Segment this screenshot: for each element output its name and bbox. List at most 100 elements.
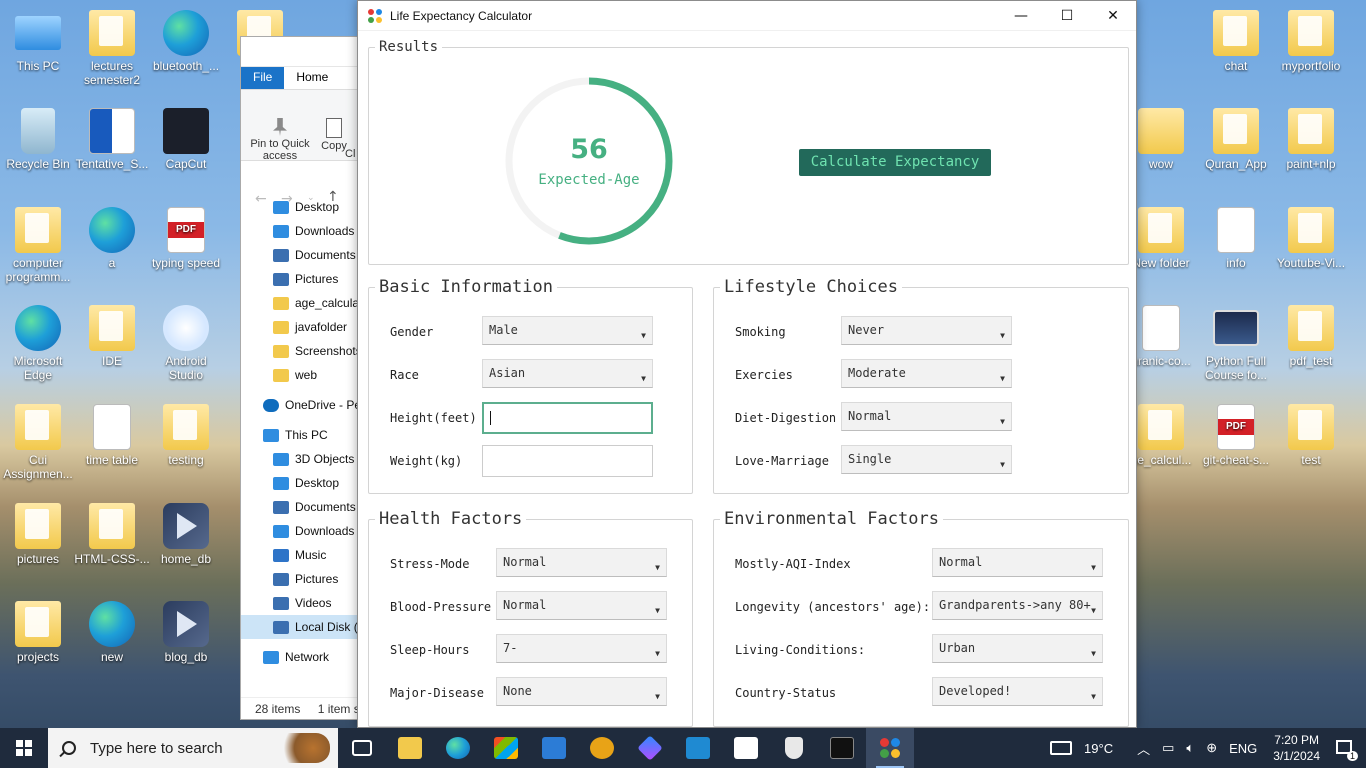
desktop-icon[interactable]: lectures semester2	[74, 10, 150, 87]
maximize-button[interactable]: ☐	[1044, 1, 1090, 31]
sleep-select[interactable]: 7- ▼	[496, 634, 667, 663]
folder-icon	[1288, 207, 1334, 253]
desktop-icon[interactable]: Youtube-Vi...	[1273, 207, 1349, 270]
aqi-select[interactable]: Normal ▼	[932, 548, 1103, 577]
desktop-icon-label: lectures semester2	[83, 59, 141, 87]
taskbar-security[interactable]	[770, 728, 818, 768]
desktop-icon[interactable]: pictures	[0, 503, 76, 566]
desktop-icon[interactable]: HTML-CSS-...	[74, 503, 150, 566]
taskbar-terminal[interactable]	[818, 728, 866, 768]
desktop-icon[interactable]: chat	[1198, 10, 1274, 73]
search-placeholder: Type here to search	[90, 739, 223, 757]
desktop-icon-label: HTML-CSS-...	[74, 552, 150, 566]
desktop-icon[interactable]: myportfolio	[1273, 10, 1349, 73]
desktop-icon[interactable]: Microsoft Edge	[0, 305, 76, 382]
desktop-icon-label: Tentative_S...	[75, 157, 149, 171]
desktop-icon[interactable]: pdf_test	[1273, 305, 1349, 368]
calculate-expectancy-button[interactable]: Calculate Expectancy	[799, 149, 991, 176]
up-arrow-icon[interactable]: ↑	[327, 189, 339, 205]
desktop-icon[interactable]: Quran_App	[1198, 108, 1274, 171]
tab-file[interactable]: File	[241, 67, 285, 89]
desktop-icon[interactable]: bluetooth_...	[148, 10, 224, 73]
exercise-select[interactable]: Moderate ▼	[841, 359, 1012, 388]
desktop-icon[interactable]: CapCut	[148, 108, 224, 171]
stress-label: Stress-Mode	[390, 557, 470, 571]
longevity-select[interactable]: Grandparents->any 80+ ▼	[932, 591, 1103, 620]
stress-select[interactable]: Normal ▼	[496, 548, 667, 577]
desktop-icon[interactable]: Recycle Bin	[0, 108, 76, 171]
forward-arrow-icon[interactable]: →	[281, 191, 293, 207]
language-indicator[interactable]: ENG	[1229, 741, 1257, 756]
desktop-icon[interactable]: paint+nlp	[1273, 108, 1349, 171]
taskbar-search[interactable]: Type here to search	[48, 728, 338, 768]
weather-temperature[interactable]: 19°C	[1084, 741, 1113, 756]
tab-home[interactable]: Home	[284, 67, 340, 89]
desktop-icon[interactable]: Cui Assignmen...	[0, 404, 76, 481]
nav-item-label: Local Disk (C	[295, 620, 367, 634]
desktop-icon[interactable]: Tentative_S...	[74, 108, 150, 171]
diet-select[interactable]: Normal ▼	[841, 402, 1012, 431]
smoking-select[interactable]: Never ▼	[841, 316, 1012, 345]
minimize-button[interactable]: —	[998, 1, 1044, 31]
aqi-value: Normal	[939, 555, 983, 569]
chevron-down-icon: ▼	[1091, 692, 1096, 701]
taskbar-wikipedia[interactable]	[722, 728, 770, 768]
close-button[interactable]: ✕	[1090, 1, 1136, 31]
chevron-up-icon[interactable]: ︿	[1137, 739, 1150, 758]
taskbar-medal[interactable]	[578, 728, 626, 768]
volume-icon[interactable]: 🔈︎	[1186, 740, 1194, 756]
desktop-icon[interactable]: Python Full Course fo...	[1198, 305, 1274, 382]
taskbar-edge[interactable]	[434, 728, 482, 768]
desktop-icon[interactable]: a	[74, 207, 150, 270]
weight-input[interactable]	[482, 445, 653, 477]
desktop-icon[interactable]: home_db	[148, 503, 224, 566]
desktop-icon[interactable]: git-cheat-s...	[1198, 404, 1274, 467]
start-button[interactable]	[0, 728, 48, 768]
taskbar-vscode[interactable]	[674, 728, 722, 768]
desktop-icon[interactable]: This PC	[0, 10, 76, 73]
copy-button[interactable]: Copy	[319, 118, 349, 152]
love-select[interactable]: Single ▼	[841, 445, 1012, 474]
expected-age-label: Expected-Age	[538, 172, 640, 188]
country-select[interactable]: Developed! ▼	[932, 677, 1103, 706]
recent-chevron-icon[interactable]: ⌄	[307, 193, 315, 203]
taskbar-life-expectancy-app[interactable]	[866, 728, 914, 768]
disease-select[interactable]: None ▼	[496, 677, 667, 706]
item-count: 28 items	[255, 702, 301, 716]
desktop-icon[interactable]: new	[74, 601, 150, 664]
gender-select[interactable]: Male ▼	[482, 316, 653, 345]
race-select[interactable]: Asian ▼	[482, 359, 653, 388]
clock[interactable]: 7:20 PM 3/1/2024	[1273, 732, 1320, 764]
taskbar-file-explorer[interactable]	[386, 728, 434, 768]
desktop-icon[interactable]: testing	[148, 404, 224, 467]
taskbar-mail[interactable]	[530, 728, 578, 768]
weather-icon[interactable]	[1050, 741, 1073, 755]
desktop-icon[interactable]: blog_db	[148, 601, 224, 664]
height-input[interactable]	[482, 402, 653, 434]
desktop-icon[interactable]: Android Studio	[148, 305, 224, 382]
task-view-button[interactable]	[338, 728, 386, 768]
battery-icon[interactable]: ▭	[1162, 740, 1174, 756]
folder-icon	[273, 344, 289, 358]
desktop-icon[interactable]: computer programm...	[0, 207, 76, 284]
environmental-factors-legend: Environmental Factors	[724, 509, 939, 529]
taskbar-store[interactable]	[482, 728, 530, 768]
gray-icon	[273, 572, 289, 586]
sleep-value: 7-	[503, 641, 518, 655]
notifications-button[interactable]: 1	[1336, 739, 1358, 761]
desktop-icon[interactable]: IDE	[74, 305, 150, 368]
desktop-icon[interactable]: info	[1198, 207, 1274, 270]
taskbar-copilot[interactable]	[626, 728, 674, 768]
blood-pressure-select[interactable]: Normal ▼	[496, 591, 667, 620]
living-select[interactable]: Urban ▼	[932, 634, 1103, 663]
desktop-icon[interactable]: time table	[74, 404, 150, 467]
desktop-icon[interactable]: projects	[0, 601, 76, 664]
desktop-icon[interactable]: test	[1273, 404, 1349, 467]
desktop-icon[interactable]: typing speed	[148, 207, 224, 270]
back-arrow-icon[interactable]: ←	[255, 191, 267, 207]
folder-icon	[398, 737, 422, 759]
vscode-icon	[686, 737, 710, 759]
globe-icon[interactable]: ⊕	[1206, 740, 1217, 756]
pin-quick-access-button[interactable]: Pin to Quick access	[247, 118, 313, 162]
aqi-label: Mostly-AQI-Index	[735, 557, 851, 571]
